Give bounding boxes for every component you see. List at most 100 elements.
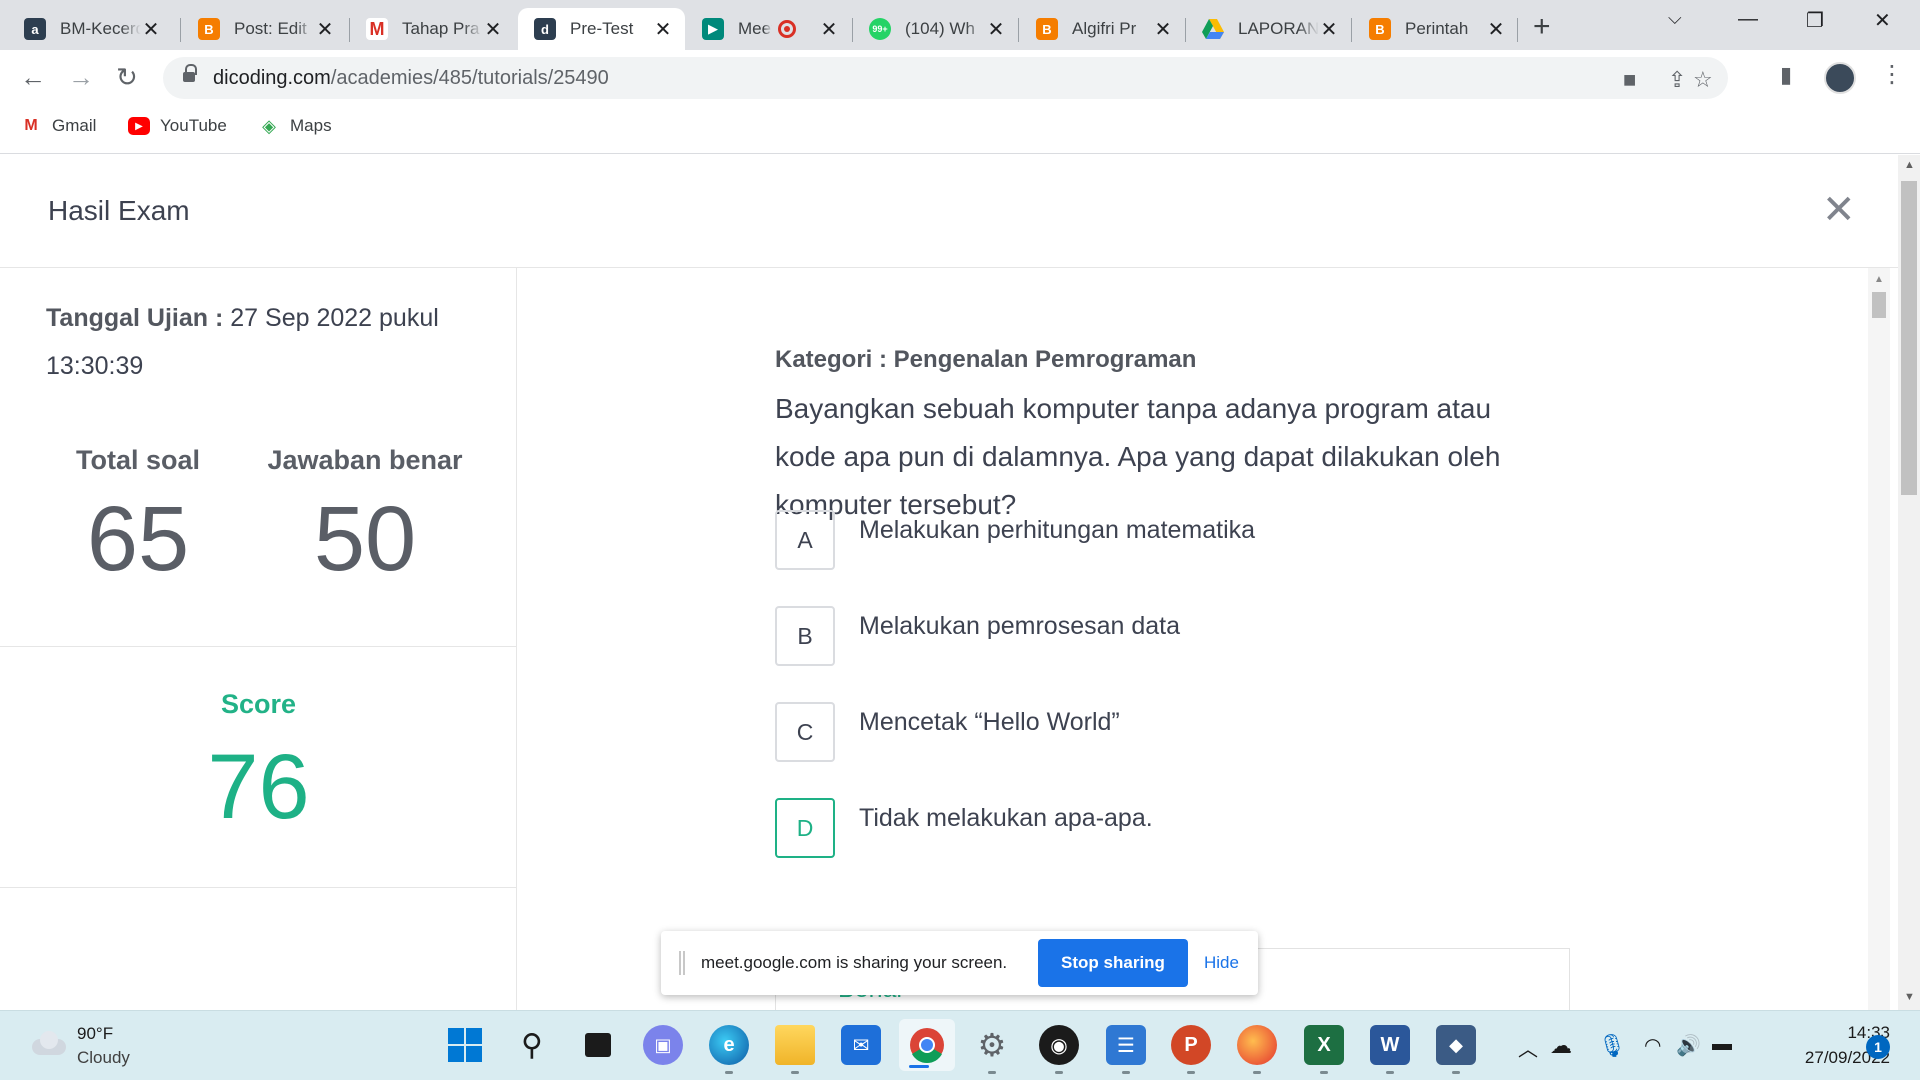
bookmarks-bar: M Gmail ▶ YouTube ◈ Maps bbox=[0, 106, 1920, 154]
search-icon[interactable]: ⚲ bbox=[512, 1025, 552, 1065]
close-tab-icon[interactable]: ✕ bbox=[1319, 17, 1339, 42]
side-panel-icon[interactable]: ▮ bbox=[1780, 62, 1792, 88]
tab-separator bbox=[1351, 18, 1352, 42]
browser-tab[interactable]: LAPORAN ✕ bbox=[1186, 8, 1351, 50]
url-text[interactable]: dicoding.com/academies/485/tutorials/254… bbox=[213, 67, 609, 90]
tab-separator bbox=[180, 18, 181, 42]
correct-answers-label: Jawaban benar bbox=[267, 445, 463, 475]
menu-icon[interactable]: ⋮ bbox=[1880, 60, 1904, 89]
close-tab-icon[interactable]: ✕ bbox=[819, 17, 839, 42]
close-tab-icon[interactable]: ✕ bbox=[141, 17, 161, 42]
browser-toolbar: ← → ↻ dicoding.com/academies/485/tutoria… bbox=[0, 50, 1920, 106]
close-tab-icon[interactable]: ✕ bbox=[483, 17, 503, 42]
close-tab-icon[interactable]: ✕ bbox=[315, 17, 335, 42]
page-scrollbar[interactable]: ▲ ▼ bbox=[1898, 155, 1920, 1010]
browser-tab[interactable]: B Algifri Pr ✕ bbox=[1020, 8, 1185, 50]
option-key: B bbox=[775, 606, 835, 666]
stop-sharing-button[interactable]: Stop sharing bbox=[1038, 939, 1188, 987]
cloud-icon[interactable] bbox=[28, 1031, 68, 1055]
close-tab-icon[interactable]: ✕ bbox=[986, 17, 1006, 42]
excel-icon[interactable]: X bbox=[1304, 1025, 1344, 1074]
obs-icon[interactable]: ◉ bbox=[1039, 1025, 1079, 1074]
dicoding-icon: d bbox=[534, 18, 556, 40]
restore-icon[interactable]: ❐ bbox=[1806, 8, 1824, 33]
address-bar[interactable]: dicoding.com/academies/485/tutorials/254… bbox=[163, 57, 1728, 99]
close-icon[interactable]: ✕ bbox=[1822, 187, 1856, 233]
weather-desc[interactable]: Cloudy bbox=[77, 1048, 130, 1068]
browser-tab-active[interactable]: d Pre-Test ✕ bbox=[518, 8, 685, 50]
powerpoint-icon[interactable]: P bbox=[1171, 1025, 1211, 1074]
volume-icon[interactable]: 🔊 bbox=[1676, 1033, 1701, 1058]
new-tab-icon[interactable]: + bbox=[1533, 12, 1551, 42]
mail-icon[interactable]: ✉ bbox=[841, 1025, 881, 1065]
browser-tab[interactable]: M Tahap Pra ✕ bbox=[350, 8, 515, 50]
teams-chat-icon[interactable]: ▣ bbox=[643, 1025, 683, 1065]
camera-icon[interactable]: ■ bbox=[1623, 67, 1636, 93]
task-view-icon[interactable] bbox=[578, 1025, 618, 1065]
option-text: Mencetak “Hello World” bbox=[859, 708, 1120, 736]
bookmark-maps[interactable]: ◈ Maps bbox=[258, 116, 332, 136]
scrollbar-thumb[interactable] bbox=[1872, 292, 1886, 318]
reload-icon[interactable]: ↻ bbox=[116, 62, 138, 92]
settings-icon[interactable]: ⚙ bbox=[972, 1025, 1012, 1074]
minimize-icon[interactable]: — bbox=[1738, 8, 1758, 31]
browser-tab[interactable]: ▶ Meet ✕ bbox=[686, 8, 851, 50]
battery-icon[interactable]: ▬ bbox=[1712, 1033, 1732, 1056]
score-value: 76 bbox=[207, 736, 310, 838]
notification-badge[interactable]: 1 bbox=[1866, 1035, 1890, 1059]
weather-temp[interactable]: 90°F bbox=[77, 1024, 113, 1044]
chrome-icon[interactable] bbox=[899, 1019, 955, 1071]
virtualbox-icon[interactable]: ◆ bbox=[1436, 1025, 1476, 1074]
blogger-icon: B bbox=[198, 18, 220, 40]
onedrive-icon[interactable]: ☁ bbox=[1550, 1033, 1572, 1059]
notepad-icon[interactable]: ☰ bbox=[1106, 1025, 1146, 1074]
bookmark-gmail[interactable]: M Gmail bbox=[20, 116, 96, 136]
browser-tab[interactable]: 99+ (104) Wh ✕ bbox=[853, 8, 1018, 50]
firefox-icon[interactable] bbox=[1237, 1025, 1277, 1074]
microphone-icon[interactable]: 🎙 bbox=[1598, 1033, 1626, 1059]
tab-search-icon[interactable]: ⌵ bbox=[1668, 8, 1682, 29]
exam-date: Tanggal Ujian : 27 Sep 2022 pukul 13:30:… bbox=[46, 294, 476, 390]
bookmark-label: YouTube bbox=[160, 116, 227, 135]
maps-icon: ◈ bbox=[262, 115, 276, 136]
word-icon[interactable]: W bbox=[1370, 1025, 1410, 1074]
share-message: meet.google.com is sharing your screen. bbox=[701, 953, 1008, 972]
close-tab-icon[interactable]: ✕ bbox=[1153, 17, 1173, 42]
scrollbar-thumb[interactable] bbox=[1901, 181, 1917, 495]
scroll-up-icon[interactable]: ▲ bbox=[1904, 159, 1915, 171]
browser-tab[interactable]: a BM-Kecerdasan ✕ bbox=[8, 8, 173, 50]
browser-tab[interactable]: B Post: Edit ✕ bbox=[182, 8, 347, 50]
scroll-up-icon[interactable]: ▲ bbox=[1874, 274, 1884, 285]
share-icon[interactable]: ⇪ bbox=[1668, 67, 1686, 93]
tab-title: Perintah bbox=[1405, 19, 1469, 38]
tab-title: Algifri Pr bbox=[1072, 19, 1137, 38]
dicoding-icon: a bbox=[24, 18, 46, 40]
tab-title: Meet bbox=[738, 19, 772, 38]
close-window-icon[interactable]: ✕ bbox=[1874, 8, 1891, 33]
close-tab-icon[interactable]: ✕ bbox=[1486, 17, 1506, 42]
bookmark-youtube[interactable]: ▶ YouTube bbox=[128, 116, 227, 136]
tab-title: Post: Edit bbox=[234, 19, 307, 38]
tab-strip: a BM-Kecerdasan ✕ B Post: Edit ✕ M Tahap… bbox=[0, 0, 1920, 50]
close-tab-icon[interactable]: ✕ bbox=[653, 17, 673, 42]
total-questions: Total soal 65 bbox=[68, 445, 208, 594]
edge-icon[interactable]: e bbox=[709, 1025, 749, 1074]
forward-icon[interactable]: → bbox=[68, 62, 94, 92]
show-hidden-icons-icon[interactable]: ︿ bbox=[1518, 1033, 1538, 1062]
taskbar: 90°F Cloudy ⚲ ▣ e ✉ ⚙ ◉ ☰ P X W ◆ ︿ ☁ 🎙 … bbox=[0, 1010, 1920, 1080]
browser-tab[interactable]: B Perintah ✕ bbox=[1353, 8, 1518, 50]
scroll-down-icon[interactable]: ▼ bbox=[1904, 991, 1915, 1003]
back-icon[interactable]: ← bbox=[20, 62, 46, 92]
meet-icon: ▶ bbox=[702, 18, 724, 40]
modal-scrollbar[interactable]: ▲ bbox=[1868, 268, 1890, 1010]
start-icon[interactable] bbox=[445, 1025, 485, 1065]
avatar[interactable] bbox=[1824, 62, 1856, 94]
file-explorer-icon[interactable] bbox=[775, 1025, 815, 1074]
option-text: Tidak melakukan apa-apa. bbox=[859, 804, 1153, 832]
bookmark-star-icon[interactable]: ☆ bbox=[1693, 67, 1713, 93]
divider bbox=[0, 646, 517, 647]
drive-icon bbox=[1202, 18, 1224, 40]
hide-button[interactable]: Hide bbox=[1204, 953, 1239, 973]
wifi-icon[interactable]: ◠ bbox=[1644, 1033, 1661, 1058]
drag-handle-icon[interactable] bbox=[679, 951, 685, 975]
